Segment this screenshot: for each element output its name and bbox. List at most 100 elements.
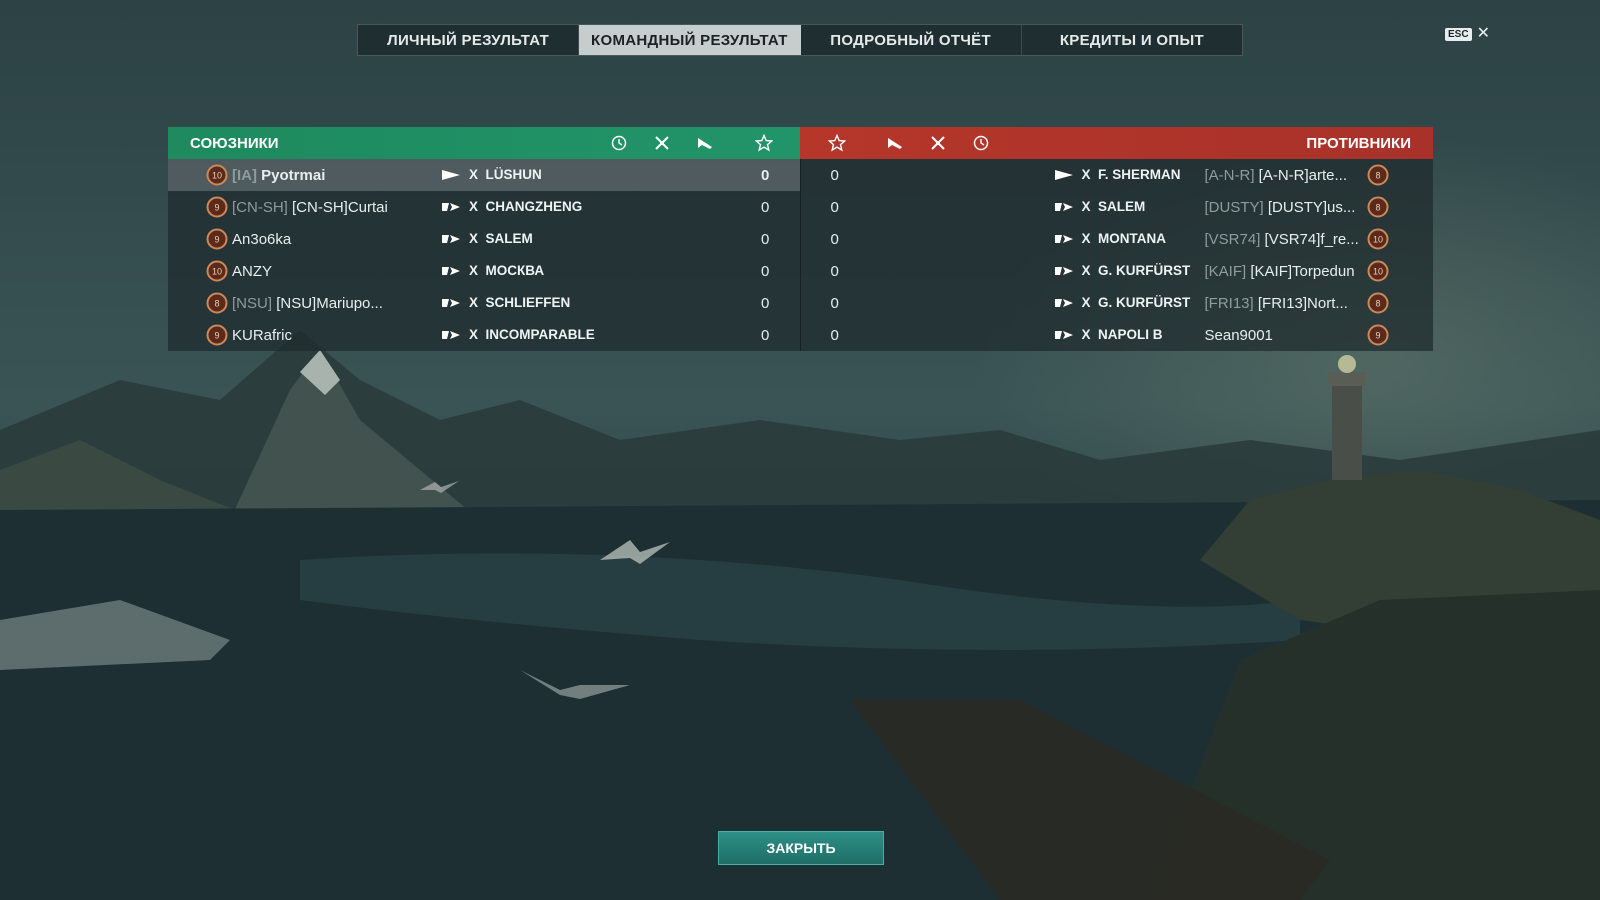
laurel-icon[interactable] xyxy=(972,134,990,152)
close-icon: ✕ xyxy=(1476,25,1490,42)
player-score: 0 xyxy=(761,327,770,344)
player-name: [DUSTY] [DUSTY]us... xyxy=(1205,199,1356,216)
player-row[interactable]: 9 An3o6ka X SALEM 0 xyxy=(168,223,800,255)
player-name: [A-N-R] [A-N-R]arte... xyxy=(1205,167,1348,184)
player-score: 0 xyxy=(830,167,839,184)
ship-name: X МОСКВА xyxy=(469,263,545,278)
allies-list: 10 [IA] Pyotrmai X LÜSHUN 0 9 [CN-SH] [C… xyxy=(168,159,800,351)
esc-close-button[interactable]: ESC ✕ xyxy=(1445,25,1490,42)
player-nickname: Sean9001 xyxy=(1204,327,1273,344)
team-results-panel: СОЮЗНИКИ ПРОТИВНИКИ 10 [IA] Pyotrmai X L… xyxy=(168,127,1433,351)
close-button[interactable]: ЗАКРЫТЬ xyxy=(718,831,884,865)
player-row[interactable]: 0 X G. KURFÜRST [FRI13] [FRI13]Nort... 8 xyxy=(801,287,1434,319)
clan-tag: [NSU] xyxy=(232,295,273,312)
rank-badge-icon: 9 xyxy=(206,196,228,218)
rank-badge-icon: 8 xyxy=(1367,196,1389,218)
tab-team-result[interactable]: КОМАНДНЫЙ РЕЗУЛЬТАТ xyxy=(579,25,801,55)
ship-class-icon xyxy=(1054,169,1074,181)
svg-text:8: 8 xyxy=(1375,171,1380,181)
player-row[interactable]: 0 X SALEM [DUSTY] [DUSTY]us... 8 xyxy=(801,191,1434,223)
player-nickname: [VSR74]f_re... xyxy=(1264,231,1359,248)
player-row[interactable]: 10 [IA] Pyotrmai X LÜSHUN 0 xyxy=(168,159,800,191)
star-icon[interactable] xyxy=(755,134,773,152)
player-nickname: [CN-SH]Curtai xyxy=(292,199,388,216)
ship-name: X SCHLIEFFEN xyxy=(469,295,571,310)
player-row[interactable]: 9 [CN-SH] [CN-SH]Curtai X CHANGZHENG 0 xyxy=(168,191,800,223)
ship-name: X G. KURFÜRST xyxy=(1081,295,1191,310)
enemies-title: ПРОТИВНИКИ xyxy=(1306,134,1411,152)
allies-header: СОЮЗНИКИ xyxy=(168,127,800,159)
crossed-torpedo-icon[interactable] xyxy=(653,134,671,152)
player-score: 0 xyxy=(830,263,839,280)
player-name: [VSR74] [VSR74]f_re... xyxy=(1205,231,1359,248)
player-nickname: Pyotrmai xyxy=(261,167,326,184)
clan-tag: [VSR74] xyxy=(1204,231,1261,248)
player-row[interactable]: 9 KURafric X INCOMPARABLE 0 xyxy=(168,319,800,351)
svg-text:10: 10 xyxy=(212,171,222,181)
rank-badge-icon: 8 xyxy=(206,292,228,314)
player-row[interactable]: 8 [NSU] [NSU]Mariupo... X SCHLIEFFEN 0 xyxy=(168,287,800,319)
player-nickname: [NSU]Mariupo... xyxy=(276,295,383,312)
rank-badge-icon: 10 xyxy=(1367,260,1389,282)
player-row[interactable]: 10 ANZY X МОСКВА 0 xyxy=(168,255,800,287)
ship-name: X G. KURFÜRST xyxy=(1081,263,1191,278)
player-score: 0 xyxy=(761,295,770,312)
ship-class-icon xyxy=(1054,297,1074,309)
ship-name: X F. SHERMAN xyxy=(1081,167,1181,182)
ship-name: X NAPOLI B xyxy=(1081,327,1163,342)
laurel-icon[interactable] xyxy=(610,134,628,152)
plane-icon[interactable] xyxy=(696,134,714,152)
svg-text:9: 9 xyxy=(214,235,219,245)
ship-name: X CHANGZHENG xyxy=(469,199,583,214)
player-nickname: [FRI13]Nort... xyxy=(1257,295,1348,312)
clan-tag: [CN-SH] xyxy=(232,199,288,216)
enemies-list: 0 X F. SHERMAN [A-N-R] [A-N-R]arte... 8 … xyxy=(799,159,1434,351)
player-row[interactable]: 0 X MONTANA [VSR74] [VSR74]f_re... 10 xyxy=(801,223,1434,255)
player-nickname: [A-N-R]arte... xyxy=(1258,167,1348,184)
enemies-header: ПРОТИВНИКИ xyxy=(800,127,1433,159)
player-nickname: KURafric xyxy=(232,327,293,344)
clan-tag: [DUSTY] xyxy=(1204,199,1264,216)
rank-badge-icon: 9 xyxy=(206,324,228,346)
player-row[interactable]: 0 X G. KURFÜRST [KAIF] [KAIF]Torpedun 10 xyxy=(801,255,1434,287)
rank-badge-icon: 10 xyxy=(206,164,228,186)
allies-title: СОЮЗНИКИ xyxy=(190,134,279,152)
clan-tag: [KAIF] xyxy=(1204,263,1247,280)
player-nickname: [KAIF]Torpedun xyxy=(1250,263,1355,280)
svg-text:8: 8 xyxy=(1375,299,1380,309)
clan-tag: [A-N-R] xyxy=(1204,167,1255,184)
ship-class-icon xyxy=(441,201,461,213)
player-name: KURafric xyxy=(232,327,292,344)
ship-class-icon xyxy=(441,169,461,181)
svg-text:8: 8 xyxy=(1375,203,1380,213)
svg-text:9: 9 xyxy=(1375,331,1380,341)
player-name: [FRI13] [FRI13]Nort... xyxy=(1205,295,1348,312)
player-row[interactable]: 0 X F. SHERMAN [A-N-R] [A-N-R]arte... 8 xyxy=(801,159,1434,191)
tab-detailed-report[interactable]: ПОДРОБНЫЙ ОТЧЁТ xyxy=(801,25,1022,55)
player-name: An3o6ka xyxy=(232,231,291,248)
crossed-torpedo-icon[interactable] xyxy=(929,134,947,152)
ship-class-icon xyxy=(1054,201,1074,213)
player-nickname: [DUSTY]us... xyxy=(1267,199,1356,216)
player-name: [KAIF] [KAIF]Torpedun xyxy=(1205,263,1355,280)
tab-credits-and-xp[interactable]: КРЕДИТЫ И ОПЫТ xyxy=(1022,25,1242,55)
player-score: 0 xyxy=(830,327,839,344)
player-name: [NSU] [NSU]Mariupo... xyxy=(232,295,383,312)
ship-class-icon xyxy=(1054,265,1074,277)
player-nickname: An3o6ka xyxy=(232,231,292,248)
player-row[interactable]: 0 X NAPOLI B Sean9001 9 xyxy=(801,319,1434,351)
star-icon[interactable] xyxy=(828,134,846,152)
ship-class-icon xyxy=(441,297,461,309)
plane-icon[interactable] xyxy=(886,134,904,152)
ship-class-icon xyxy=(1054,233,1074,245)
player-score: 0 xyxy=(761,199,770,216)
esc-key-label: ESC xyxy=(1445,27,1472,41)
result-tabs: ЛИЧНЫЙ РЕЗУЛЬТАТ КОМАНДНЫЙ РЕЗУЛЬТАТ ПОД… xyxy=(357,24,1243,56)
player-score: 0 xyxy=(761,167,770,184)
ship-class-icon xyxy=(1054,329,1074,341)
rank-badge-icon: 10 xyxy=(1367,228,1389,250)
svg-text:9: 9 xyxy=(214,203,219,213)
player-score: 0 xyxy=(830,199,839,216)
player-score: 0 xyxy=(761,263,770,280)
tab-personal-result[interactable]: ЛИЧНЫЙ РЕЗУЛЬТАТ xyxy=(358,25,580,55)
